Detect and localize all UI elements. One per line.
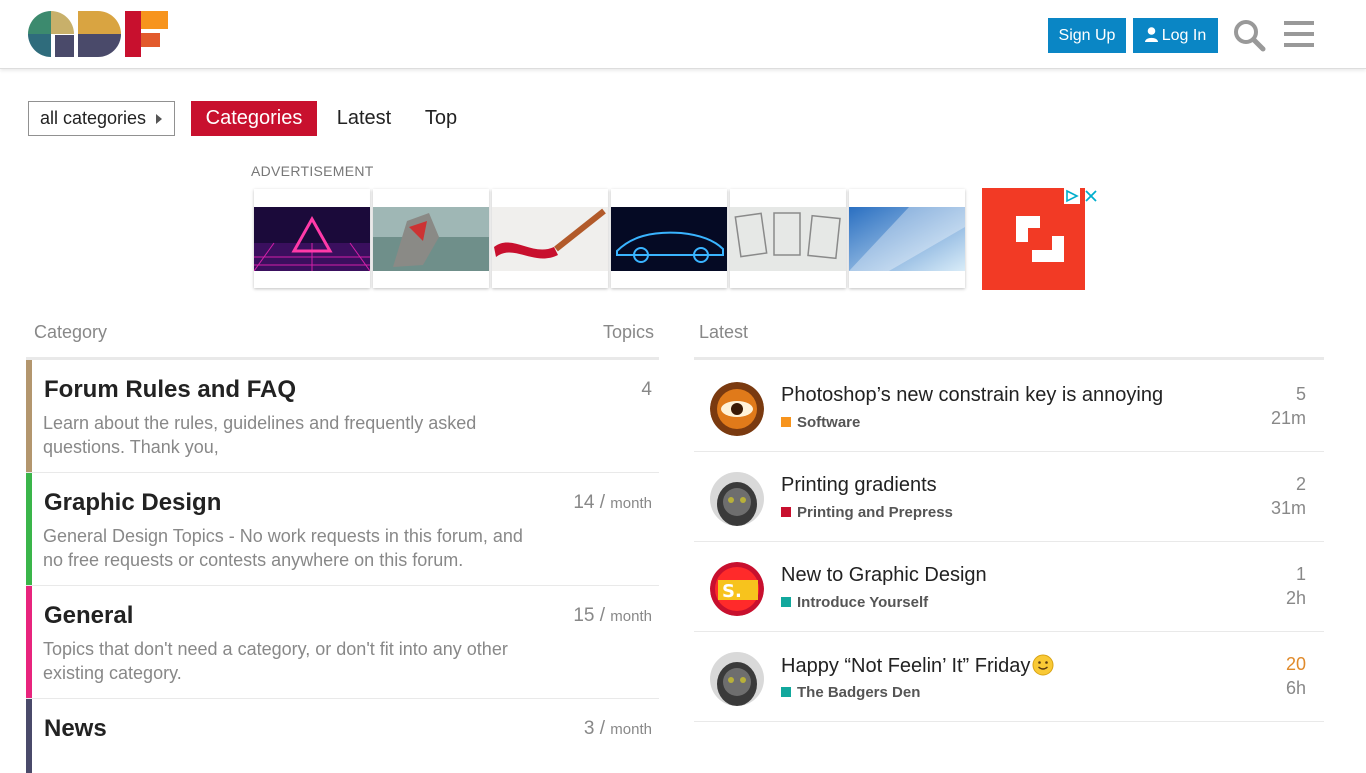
category-name[interactable]: News (44, 715, 107, 743)
category-name[interactable]: Forum Rules and FAQ (44, 376, 296, 404)
topic-reply-count: 20 (1285, 654, 1306, 674)
category-topic-count: 15 / month (573, 605, 652, 626)
category-topic-count: 3 / month (583, 718, 652, 739)
site-header: Sign Up Log In (0, 0, 1366, 69)
tab-categories[interactable]: Categories (191, 101, 317, 136)
topic-category-badge[interactable]: Software (781, 414, 860, 431)
topic-title[interactable]: Happy “Not Feelin’ It” Friday (781, 654, 1054, 678)
sign-up-button[interactable]: Sign Up (1048, 18, 1126, 53)
ad-image (254, 207, 370, 271)
category-row-news[interactable]: News 3 / month (26, 699, 659, 773)
topic-row[interactable]: Printing gradients Printing and Prepress… (694, 452, 1324, 542)
topic-age[interactable]: 6h (1286, 678, 1306, 699)
topic-age[interactable]: 31m (1271, 498, 1306, 519)
ad-image (849, 207, 965, 271)
divider (694, 357, 1324, 360)
ad-image (611, 207, 727, 271)
ad-tile-shark[interactable] (373, 189, 489, 288)
ad-tile-wireframes[interactable] (730, 189, 846, 288)
log-in-label: Log In (1161, 27, 1207, 44)
caret-right-icon (156, 114, 162, 124)
tab-top[interactable]: Top (418, 101, 464, 136)
column-header-latest: Latest (699, 322, 749, 342)
topic-title[interactable]: New to Graphic Design (781, 564, 987, 587)
avatar[interactable] (710, 382, 764, 436)
category-color-bar (26, 699, 32, 773)
category-name[interactable]: General (44, 602, 133, 630)
category-color-square (781, 507, 791, 517)
ad-image (373, 207, 489, 271)
avatar[interactable] (710, 652, 764, 706)
category-color-bar (26, 586, 32, 698)
category-topic-count: 14 / month (573, 492, 652, 513)
ad-tile-blue-abstract[interactable] (849, 189, 965, 288)
topic-age[interactable]: 21m (1271, 408, 1306, 429)
topic-age[interactable]: 2h (1286, 588, 1306, 609)
slight-smile-emoji-icon (1032, 654, 1054, 676)
svg-text:S.: S. (722, 581, 742, 602)
topic-category-badge[interactable]: Introduce Yourself (781, 594, 928, 611)
category-row-general[interactable]: General Topics that don't need a categor… (26, 586, 659, 699)
ad-label: ADVERTISEMENT (251, 163, 374, 179)
all-categories-dropdown[interactable]: all categories (28, 101, 175, 136)
hamburger-menu-icon[interactable] (1284, 21, 1314, 47)
topic-title[interactable]: Printing gradients (781, 474, 937, 497)
dropdown-label: all categories (40, 108, 147, 128)
category-color-square (781, 597, 791, 607)
column-header-category: Category (34, 322, 108, 342)
ad-tile-neon-car[interactable] (611, 189, 727, 288)
category-description: Learn about the rules, guidelines and fr… (43, 413, 477, 457)
category-row-forum-rules[interactable]: Forum Rules and FAQ Learn about the rule… (26, 360, 659, 473)
topic-row[interactable]: Happy “Not Feelin’ It” Friday The Badger… (694, 632, 1324, 722)
ad-tile-paintbrush[interactable] (492, 189, 608, 288)
category-color-square (781, 687, 791, 697)
category-description: General Design Topics - No work requests… (43, 526, 523, 570)
ad-image (492, 207, 608, 271)
topic-reply-count: 1 (1295, 564, 1306, 584)
log-in-button[interactable]: Log In (1133, 18, 1218, 53)
topic-row[interactable]: S. New to Graphic Design Introduce Yours… (694, 542, 1324, 632)
category-row-graphic-design[interactable]: Graphic Design General Design Topics - N… (26, 473, 659, 586)
category-description: Topics that don't need a category, or do… (43, 639, 508, 683)
avatar[interactable]: S. (710, 562, 764, 616)
user-icon (1144, 27, 1158, 42)
category-name[interactable]: Graphic Design (44, 489, 221, 517)
category-topic-count: 4 (641, 379, 652, 400)
topic-category-badge[interactable]: The Badgers Den (781, 684, 920, 701)
column-header-topics: Topics (603, 322, 655, 342)
category-color-bar (26, 360, 32, 472)
search-icon[interactable] (1232, 18, 1266, 52)
topic-category-badge[interactable]: Printing and Prepress (781, 504, 953, 521)
topic-reply-count: 2 (1295, 474, 1306, 494)
topic-reply-count: 5 (1295, 384, 1306, 404)
category-color-square (781, 417, 791, 427)
topic-row[interactable]: Photoshop’s new constrain key is annoyin… (694, 362, 1324, 452)
category-color-bar (26, 473, 32, 585)
ad-tile-neon-triangle[interactable] (254, 189, 370, 288)
tab-latest[interactable]: Latest (330, 101, 398, 136)
avatar[interactable] (710, 472, 764, 526)
site-logo[interactable] (28, 11, 168, 57)
ad-choices-icon[interactable] (1064, 188, 1100, 204)
ad-image (730, 207, 846, 271)
topic-title[interactable]: Photoshop’s new constrain key is annoyin… (781, 384, 1163, 407)
